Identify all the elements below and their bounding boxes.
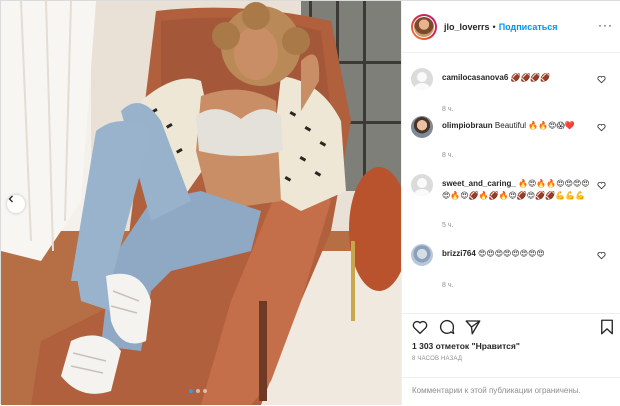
like-comment-heart-icon[interactable] [597,181,606,190]
post-sidebar: jlo_loverrs • Подписаться ··· camilocasa… [401,1,620,405]
post-timestamp[interactable]: 8 ЧАСОВ НАЗАД [412,356,462,362]
like-comment-heart-icon[interactable] [597,75,606,84]
header-separator: • [492,21,496,32]
comment-time: 8 ч. [442,152,454,159]
post-photo[interactable] [1,1,401,405]
commenter-avatar[interactable] [411,68,433,90]
carousel-dot [189,389,193,393]
comment-text: 🏈🏈🏈🏈 [510,73,551,82]
instagram-post: jlo_loverrs • Подписаться ··· camilocasa… [0,0,620,405]
comment-body: sweet_and_caring_ 🔥😍🔥🔥😍😍😍😍😍🔥😍🏈🔥🏈🔥😍🏈😍🏈🏈💪💪… [442,178,594,202]
comment-icon[interactable] [438,318,456,336]
more-icon[interactable]: ··· [598,19,613,31]
comment-body: brizzi764 😍😍😍😍😍😍😍😍 [442,248,594,260]
author-avatar[interactable] [411,13,437,40]
comment-username[interactable]: sweet_and_caring_ [442,179,516,188]
comment-text: 😍😍😍😍😍😍😍😍 [478,249,545,258]
comment-time: 8 ч. [442,282,454,289]
previous-slide-button[interactable] [7,195,25,213]
like-comment-heart-icon[interactable] [597,123,606,132]
left-arrow-icon [8,195,13,203]
comment-username[interactable]: camilocasanova6 [442,73,508,82]
comment-list[interactable]: camilocasanova6 🏈🏈🏈🏈 8 ч. olimpiobraun B… [402,54,620,312]
carousel-indicator [189,389,207,393]
comment-username[interactable]: olimpiobraun [442,121,493,130]
share-icon[interactable] [464,318,482,336]
comment-body: olimpiobraun Beautiful 🔥🔥😍😱❤️ [442,120,594,132]
follow-button[interactable]: Подписаться [499,22,558,32]
comments-limited-notice: Комментарии к этой публикации ограничены… [402,377,620,406]
post-header: jlo_loverrs • Подписаться ··· [402,1,620,53]
comment-time: 5 ч. [442,222,454,229]
heart-icon[interactable] [411,318,429,336]
like-comment-heart-icon[interactable] [597,251,606,260]
likes-count[interactable]: 1 303 отметок "Нравится" [412,341,520,351]
commenter-avatar[interactable] [411,116,433,138]
author-username[interactable]: jlo_loverrs [444,22,490,32]
commenter-avatar[interactable] [411,244,433,266]
comment-username[interactable]: brizzi764 [442,249,476,258]
comment-time: 8 ч. [442,106,454,113]
bookmark-icon[interactable] [598,318,616,336]
post-actions: 1 303 отметок "Нравится" 8 ЧАСОВ НАЗАД К… [402,313,620,405]
carousel-dot [196,389,200,393]
post-image [1,1,401,405]
carousel-dot [203,389,207,393]
commenter-avatar[interactable] [411,174,433,196]
comment-body: camilocasanova6 🏈🏈🏈🏈 [442,72,594,84]
comment-text: Beautiful 🔥🔥😍😱❤️ [494,121,575,130]
